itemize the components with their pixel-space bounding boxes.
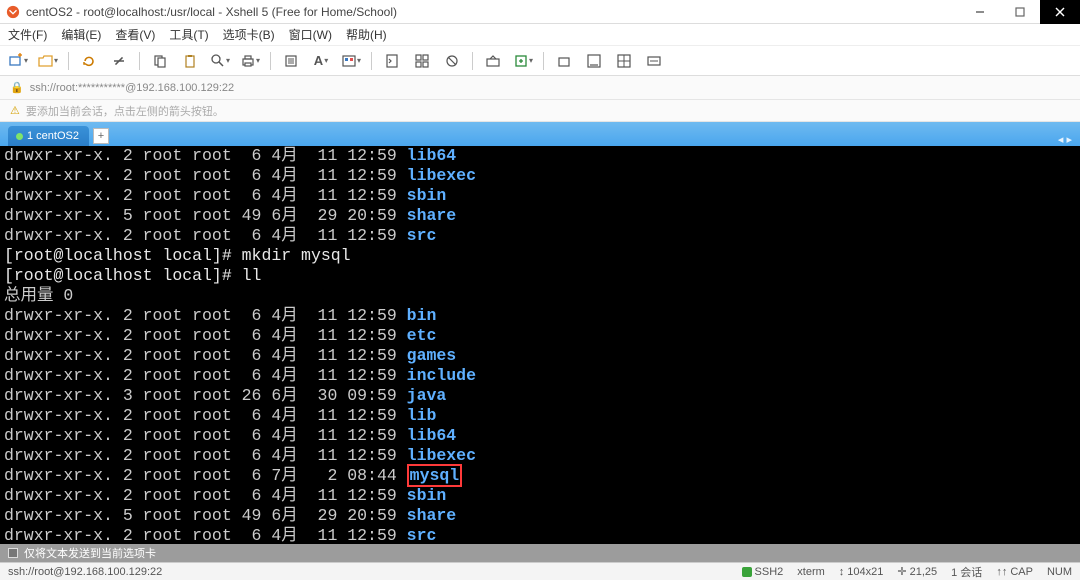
menu-bar: 文件(F) 编辑(E) 查看(V) 工具(T) 选项卡(B) 窗口(W) 帮助(… [0,24,1080,46]
tab-strip: 1 centOS2 + ◂ ▸ [0,122,1080,146]
window-title: centOS2 - root@localhost:/usr/local - Xs… [26,5,397,19]
separator [543,52,544,70]
maximize-button[interactable] [1000,0,1040,24]
quick-cmd-icon[interactable] [644,51,664,71]
open-session-icon[interactable] [38,51,58,71]
toolbar: A [0,46,1080,76]
status-num: NUM [1047,566,1072,578]
scripts-icon[interactable] [382,51,402,71]
add-tab-button[interactable]: + [93,128,109,144]
colors-icon[interactable] [341,51,361,71]
status-bar: ssh://root@192.168.100.129:22 SSH2 xterm… [0,562,1080,580]
menu-file[interactable]: 文件(F) [8,26,47,43]
hint-text: 要添加当前会话，点击左侧的箭头按钮。 [26,103,224,119]
status-term: xterm [797,566,825,578]
status-ssh: SSH2 [742,566,784,578]
separator [472,52,473,70]
menu-help[interactable]: 帮助(H) [346,26,387,43]
copy-icon[interactable] [150,51,170,71]
address-text[interactable]: ssh://root:***********@192.168.100.129:2… [30,82,234,94]
menu-edit[interactable]: 编辑(E) [61,26,101,43]
separator [68,52,69,70]
menu-view[interactable]: 查看(V) [115,26,155,43]
menu-tab[interactable]: 选项卡(B) [223,26,275,43]
compose-hint: 仅将文本发送到当前选项卡 [24,545,156,561]
hint-bar: ⚠ 要添加当前会话，点击左侧的箭头按钮。 [0,100,1080,122]
paste-icon[interactable] [180,51,200,71]
stop-icon[interactable] [8,548,18,558]
menu-tools[interactable]: 工具(T) [169,26,208,43]
status-dot-icon [16,133,23,140]
new-session-icon[interactable] [8,51,28,71]
transfer-icon[interactable] [483,51,503,71]
terminal-pane[interactable]: drwxr-xr-x. 2 root root 6 4月 11 12:59 li… [0,146,1080,544]
tab-overflow-icon[interactable]: ◂ ▸ [1058,133,1072,146]
status-cursor: ✛ 21,25 [897,565,937,578]
reconnect-icon[interactable] [79,51,99,71]
address-bar: 🔒 ssh://root:***********@192.168.100.129… [0,76,1080,100]
layout-icon[interactable] [614,51,634,71]
compose-bar[interactable]: 仅将文本发送到当前选项卡 [0,544,1080,562]
fullscreen-icon[interactable] [412,51,432,71]
separator [270,52,271,70]
status-size: ↕ 104x21 [839,566,884,578]
minimize-button[interactable] [960,0,1000,24]
status-conn: ssh://root@192.168.100.129:22 [8,566,162,578]
separator [139,52,140,70]
xftp-icon[interactable] [513,51,533,71]
warning-icon: ⚠ [10,104,20,117]
status-sessions: 1 会话 [951,564,982,580]
font-icon[interactable]: A [311,51,331,71]
find-icon[interactable] [210,51,230,71]
properties-icon[interactable] [281,51,301,71]
session-tab[interactable]: 1 centOS2 [8,126,89,146]
disconnect-icon[interactable] [109,51,129,71]
app-icon [6,5,20,19]
menu-window[interactable]: 窗口(W) [289,26,332,43]
separator [371,52,372,70]
transparency-icon[interactable] [442,51,462,71]
print-icon[interactable] [240,51,260,71]
startup-icon[interactable] [554,51,574,71]
status-cap: ↑↑ CAP [996,566,1033,578]
tab-label: 1 centOS2 [27,130,79,142]
ssh-badge-icon [742,567,752,577]
title-bar: centOS2 - root@localhost:/usr/local - Xs… [0,0,1080,24]
lock-icon: 🔒 [10,81,24,94]
close-button[interactable] [1040,0,1080,24]
compose-icon[interactable] [584,51,604,71]
